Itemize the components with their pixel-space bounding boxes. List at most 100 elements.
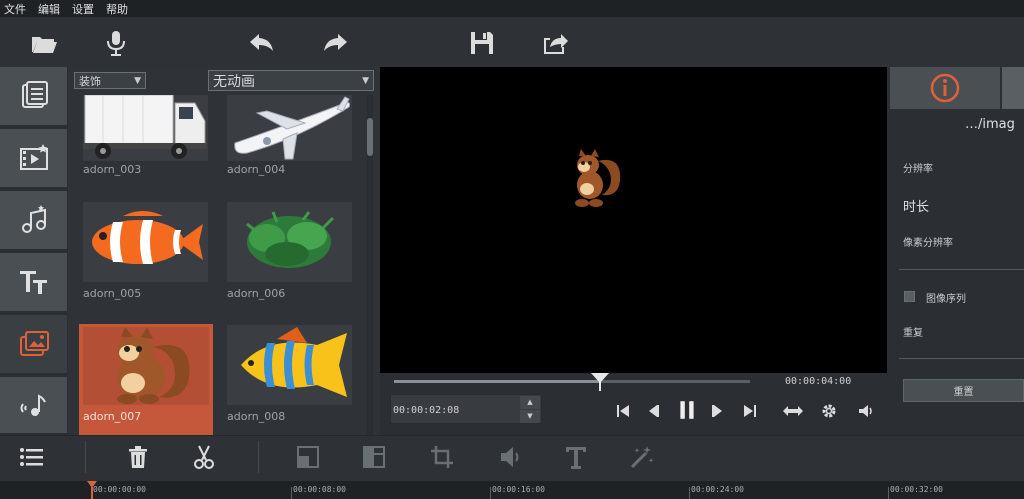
menu-bar: 文件 编辑 设置 帮助 [0,0,1024,17]
pause-icon[interactable] [676,398,698,422]
library-item-adorn_005[interactable] [83,202,208,282]
reset-button[interactable]: 重置 [903,379,1024,402]
ruler-tick-label: 00:00:24:00 [691,485,744,494]
category-select-value: 装饰 [79,74,101,88]
list-icon[interactable] [18,443,46,471]
export-icon[interactable] [538,26,572,60]
fit-width-icon[interactable] [781,401,805,421]
image-sequence-checkbox[interactable] [904,291,915,302]
toolbar-divider [258,441,259,473]
animation-select[interactable]: 无动画 ▼ [208,70,374,91]
gear-icon[interactable] [819,401,839,421]
skip-to-end-icon[interactable] [740,401,760,421]
nav-music[interactable] [0,191,67,251]
library-item-adorn_006[interactable] [227,202,352,282]
resize-icon [294,443,322,471]
speaker-icon [496,443,524,471]
media-icon [21,81,48,108]
nav-text[interactable] [0,253,67,313]
redo-icon[interactable] [318,26,352,60]
time-spinbox[interactable]: 00:00:02:08 ▲ ▼ [390,394,542,424]
timeline-playhead-line [91,487,93,499]
menu-file[interactable]: 文件 [4,1,26,17]
tab-secondary[interactable] [1002,67,1024,109]
nav-overlay[interactable] [0,315,67,375]
repeat-label: 重复 [903,328,923,339]
squirrel-image [117,327,190,404]
pixel-resolution-label: 像素分辨率 [903,238,953,249]
library-item-adorn_008[interactable] [227,325,352,405]
ruler-tick [888,487,889,499]
library-item-adorn_004[interactable] [227,95,352,161]
clownfish-image [92,211,203,264]
preview-squirrel-image [575,149,621,207]
menu-help[interactable]: 帮助 [106,1,128,17]
seek-fill [394,380,601,383]
save-icon[interactable] [465,26,499,60]
step-back-icon[interactable] [643,401,663,421]
music-icon [21,205,46,233]
library-item-adorn_003[interactable] [83,95,208,161]
library-item-label: adorn_007 [83,410,142,423]
plant-image [246,211,335,268]
nav-media[interactable] [0,67,67,127]
info-icon [930,73,960,103]
menu-settings[interactable]: 设置 [72,1,94,17]
step-forward-icon[interactable] [708,401,728,421]
magic-wand-icon [628,443,656,471]
crop-icon [428,443,456,471]
main-toolbar [0,17,1024,67]
ruler-tick [689,487,690,499]
total-time: 00:00:04:00 [785,376,852,387]
duration-label: 时长 [903,200,930,215]
airplane-image [234,96,350,160]
text-tool-icon [562,443,590,471]
library-item-label: adorn_004 [227,163,286,176]
video-effects-icon [19,144,48,170]
trash-icon[interactable] [124,443,152,471]
animation-select-value: 无动画 [213,73,255,90]
open-folder-icon[interactable] [27,26,61,60]
library-item-label: adorn_003 [83,163,142,176]
time-decrement-button[interactable]: ▼ [520,410,540,423]
split-icon [360,443,388,471]
library-item-label: adorn_008 [227,410,286,423]
ruler-tick-label: 00:00:16:00 [492,485,545,494]
text-icon [19,271,47,294]
time-increment-button[interactable]: ▲ [520,396,540,409]
tab-info[interactable] [890,67,1000,109]
seek-playhead-line [599,380,602,391]
ruler-tick [490,487,491,499]
chevron-down-icon: ▼ [134,75,141,86]
ruler-tick-label: 00:00:32:00 [890,485,943,494]
angelfish-image [241,327,347,397]
ruler-tick [291,487,292,499]
image-sequence-label: 图像序列 [926,294,966,305]
undo-icon[interactable] [245,26,279,60]
menu-edit[interactable]: 编辑 [38,1,60,17]
category-select[interactable]: 装饰 ▼ [74,72,146,89]
library-scrollbar-thumb[interactable] [367,118,373,156]
library-item-label: adorn_006 [227,287,286,300]
file-path: …/imag [965,117,1015,132]
microphone-icon[interactable] [99,26,133,60]
nav-video-effects[interactable] [0,129,67,189]
truck-image [83,95,207,159]
toolbar-divider [85,441,86,473]
library-item-label: adorn_005 [83,287,142,300]
ruler-tick-label: 00:00:00:00 [93,485,146,494]
resolution-label: 分辨率 [903,164,933,175]
volume-icon[interactable] [856,401,876,421]
divider [899,358,1024,359]
ruler-tick-label: 00:00:08:00 [293,485,346,494]
library-item-adorn_007[interactable] [83,327,209,405]
divider [899,269,1024,270]
preview-canvas[interactable] [380,67,887,373]
overlay-icon [19,331,49,356]
scissors-icon[interactable] [190,443,218,471]
current-time: 00:00:02:08 [393,405,460,416]
sound-effects-icon [20,394,46,416]
skip-to-start-icon[interactable] [613,401,633,421]
chevron-down-icon: ▼ [362,75,369,86]
nav-sound-effects[interactable] [0,377,67,435]
